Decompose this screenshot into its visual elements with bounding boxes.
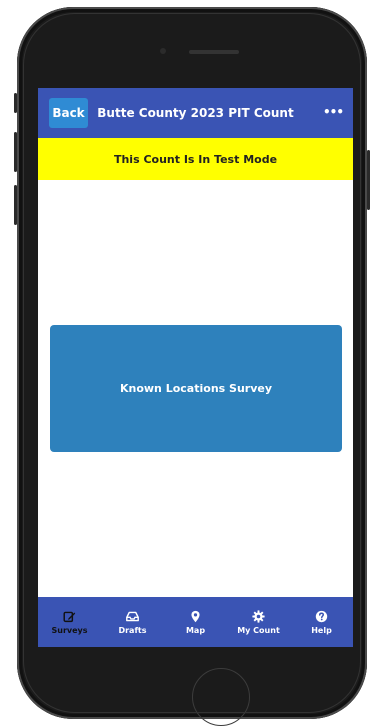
map-pin-icon bbox=[189, 610, 202, 623]
volume-up-button bbox=[14, 132, 17, 172]
back-button[interactable]: Back bbox=[49, 98, 88, 128]
gear-icon bbox=[252, 609, 265, 623]
tab-label: Surveys bbox=[51, 625, 88, 635]
ellipsis-icon[interactable]: ••• bbox=[321, 102, 345, 122]
mute-switch bbox=[14, 93, 17, 113]
app-screen: Back Butte County 2023 PIT Count ••• Thi… bbox=[38, 88, 353, 647]
tab-label: Drafts bbox=[118, 625, 147, 635]
power-button bbox=[367, 150, 370, 210]
speaker-grille bbox=[189, 50, 239, 54]
known-locations-survey-button[interactable]: Known Locations Survey bbox=[50, 325, 342, 452]
home-button[interactable] bbox=[192, 668, 250, 726]
tab-map[interactable]: Map bbox=[164, 597, 227, 647]
camera bbox=[160, 48, 166, 54]
test-mode-banner: This Count Is In Test Mode bbox=[38, 138, 353, 180]
app-header: Back Butte County 2023 PIT Count ••• bbox=[38, 88, 353, 138]
inbox-icon bbox=[126, 610, 139, 623]
tab-help[interactable]: Help bbox=[290, 597, 353, 647]
help-icon bbox=[315, 610, 328, 623]
tab-my-count[interactable]: My Count bbox=[227, 597, 290, 647]
bottom-tab-bar: Surveys Drafts Map My Count Help bbox=[38, 597, 353, 647]
tab-label: Help bbox=[311, 625, 332, 635]
page-title: Butte County 2023 PIT Count bbox=[97, 106, 294, 120]
tab-surveys[interactable]: Surveys bbox=[38, 597, 101, 647]
tab-label: Map bbox=[185, 625, 206, 635]
volume-down-button bbox=[14, 185, 17, 225]
edit-icon bbox=[63, 610, 76, 623]
tab-drafts[interactable]: Drafts bbox=[101, 597, 164, 647]
tab-label: My Count bbox=[237, 625, 280, 635]
